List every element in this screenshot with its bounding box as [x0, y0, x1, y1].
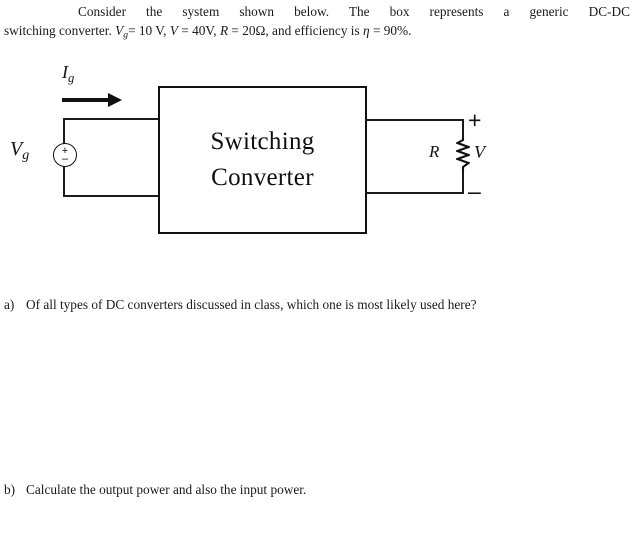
output-bottom-wire: [365, 192, 464, 194]
question-a: a) Of all types of DC converters discusse…: [4, 296, 477, 314]
question-a-text: Of all types of DC converters discussed …: [26, 297, 477, 312]
output-minus-sign: –: [468, 178, 481, 204]
question-b-text: Calculate the output power and also the …: [26, 482, 307, 497]
voltage-source-icon: + –: [53, 143, 77, 167]
input-left-wire-lower: [63, 165, 65, 197]
current-direction-arrow-shaft: [62, 98, 110, 102]
converter-label-line-1: Switching: [210, 128, 315, 155]
source-voltage-subscript: g: [22, 148, 30, 164]
vg-symbol: Vg: [115, 23, 129, 41]
source-minus-sign: –: [61, 153, 69, 165]
vg-value: = 10 V,: [128, 23, 167, 38]
source-voltage-label: Vg: [10, 138, 30, 164]
circuit-diagram: Ig + – Vg Switching Converter R V + –: [0, 55, 633, 250]
output-plus-sign: +: [468, 107, 482, 133]
input-current-label: Ig: [62, 62, 75, 85]
converter-label-line-2: Converter: [211, 164, 314, 191]
problem-line-1: Consider the system shown below. The box…: [4, 2, 630, 21]
resistor-label: R: [429, 142, 440, 161]
r-symbol: R: [219, 23, 229, 38]
v-value: = 40V,: [181, 23, 217, 38]
output-right-wire-upper: [462, 119, 464, 140]
efficiency-prefix: and efficiency is: [272, 23, 360, 38]
switching-converter-box-label: Switching Converter: [160, 124, 365, 196]
v-symbol: V: [169, 23, 178, 38]
input-top-wire: [63, 118, 160, 120]
question-b-marker: b): [4, 482, 16, 497]
current-direction-arrow-icon: [108, 93, 122, 107]
eta-value: = 90%.: [372, 23, 412, 38]
problem-line-2-prefix: switching converter.: [4, 23, 112, 38]
output-right-wire-lower: [462, 170, 464, 194]
problem-line-1-text: Consider the system shown below. The box…: [78, 4, 630, 19]
question-b: b) Calculate the output power and also th…: [4, 481, 306, 499]
resistor-icon: [456, 138, 470, 172]
problem-line-2: switching converter. Vg= 10 V, V = 40V, …: [4, 21, 630, 45]
r-value: = 20Ω,: [231, 23, 269, 38]
problem-statement: Consider the system shown below. The box…: [4, 2, 630, 45]
output-top-wire: [365, 119, 464, 121]
question-a-marker: a): [4, 297, 15, 312]
input-current-subscript: g: [68, 70, 75, 85]
eta-symbol: η: [363, 23, 370, 38]
output-voltage-label: V: [474, 142, 485, 162]
input-bottom-wire: [63, 195, 160, 197]
input-left-wire-upper: [63, 118, 65, 145]
switching-converter-box: Switching Converter: [158, 86, 367, 234]
